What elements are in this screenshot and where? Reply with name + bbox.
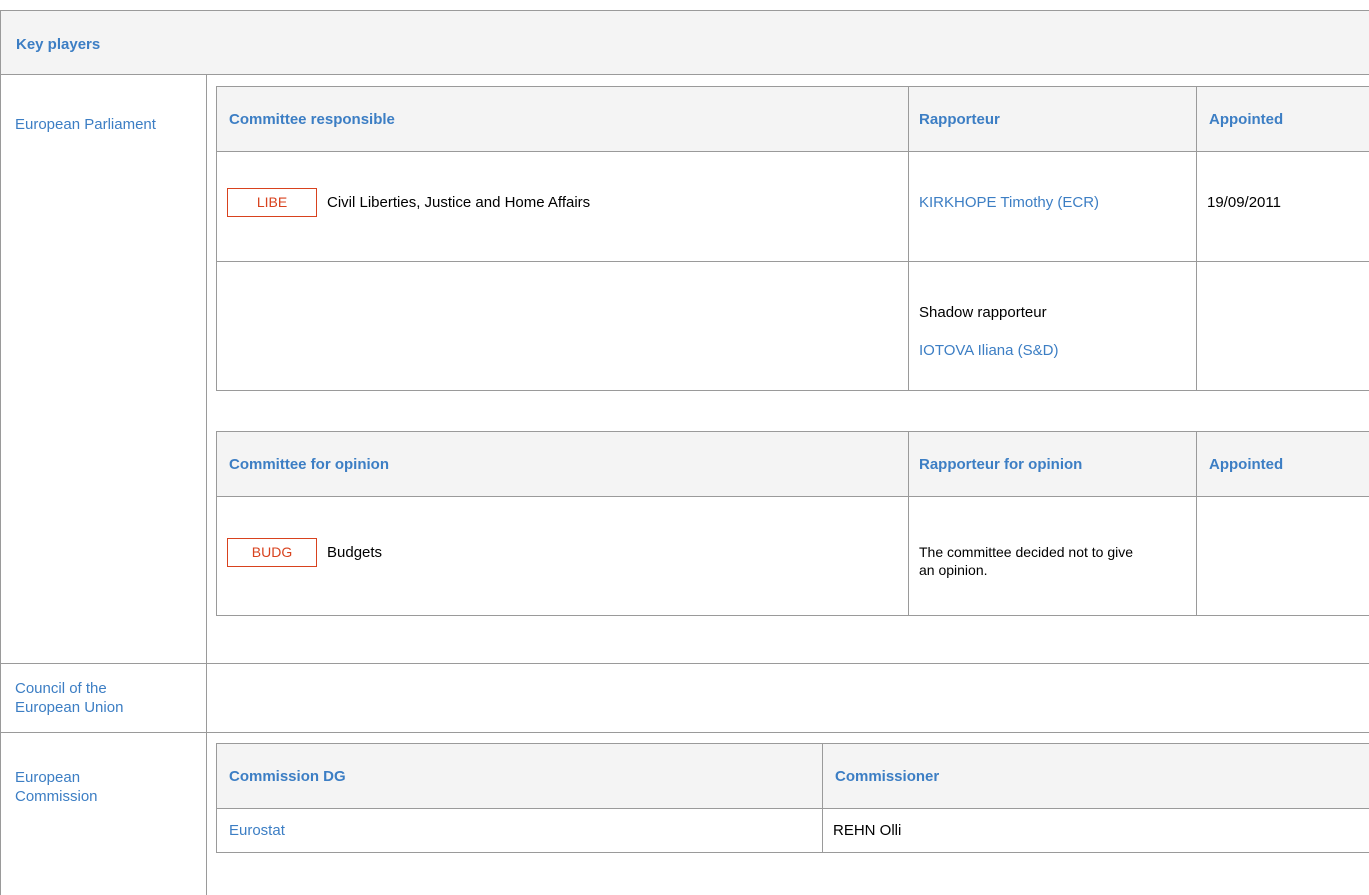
responsible-col-divider-2 — [1196, 86, 1197, 391]
commission-dg-link[interactable]: Eurostat — [229, 821, 285, 840]
responsible-header-appointed: Appointed — [1209, 111, 1284, 128]
responsible-col-divider-1 — [908, 86, 909, 391]
opinion-header-committee: Committee for opinion — [229, 456, 389, 473]
commission-header-commissioner: Commissioner — [835, 768, 940, 785]
commission-header-divider — [216, 808, 1369, 809]
institution-link-council[interactable]: Council of the European Union — [15, 679, 165, 717]
council-row-bottom — [0, 732, 1369, 733]
shadow-rapporteur-link[interactable]: IOTOVA Iliana (S&D) — [919, 341, 1059, 360]
opinion-header-rapporteur: Rapporteur for opinion — [919, 456, 1083, 473]
rapporteur-link[interactable]: KIRKHOPE Timothy (ECR) — [919, 193, 1099, 212]
commission-table-header — [217, 744, 1369, 808]
opinion-col-divider-1 — [908, 431, 909, 616]
institution-link-commission[interactable]: European Commission — [15, 768, 145, 806]
commission-header-dg: Commission DG — [229, 768, 346, 785]
institution-link-parliament[interactable]: European Parliament — [15, 115, 165, 134]
responsible-committee-name: Civil Liberties, Justice and Home Affair… — [327, 194, 591, 211]
responsible-header-committee: Committee responsible — [229, 111, 395, 128]
institution-column-divider — [206, 75, 207, 895]
shadow-rapporteur-label: Shadow rapporteur — [919, 304, 1047, 321]
key-players-header: Key players — [1, 11, 1369, 75]
section-title: Key players — [16, 36, 101, 53]
parliament-row-bottom — [0, 663, 1369, 664]
responsible-appointed-date: 19/09/2011 — [1207, 194, 1281, 211]
opinion-committee-name: Budgets — [327, 544, 383, 561]
commission-col-divider — [822, 743, 823, 853]
opinion-header-appointed: Appointed — [1209, 456, 1284, 473]
committee-badge-libe[interactable]: LIBE — [227, 188, 317, 217]
opinion-note: The committee decided not to give an opi… — [919, 544, 1134, 578]
committee-badge-budg[interactable]: BUDG — [227, 538, 317, 567]
commissioner-name: REHN Olli — [833, 822, 902, 839]
opinion-col-divider-2 — [1196, 431, 1197, 616]
responsible-header-rapporteur: Rapporteur — [919, 111, 1000, 128]
